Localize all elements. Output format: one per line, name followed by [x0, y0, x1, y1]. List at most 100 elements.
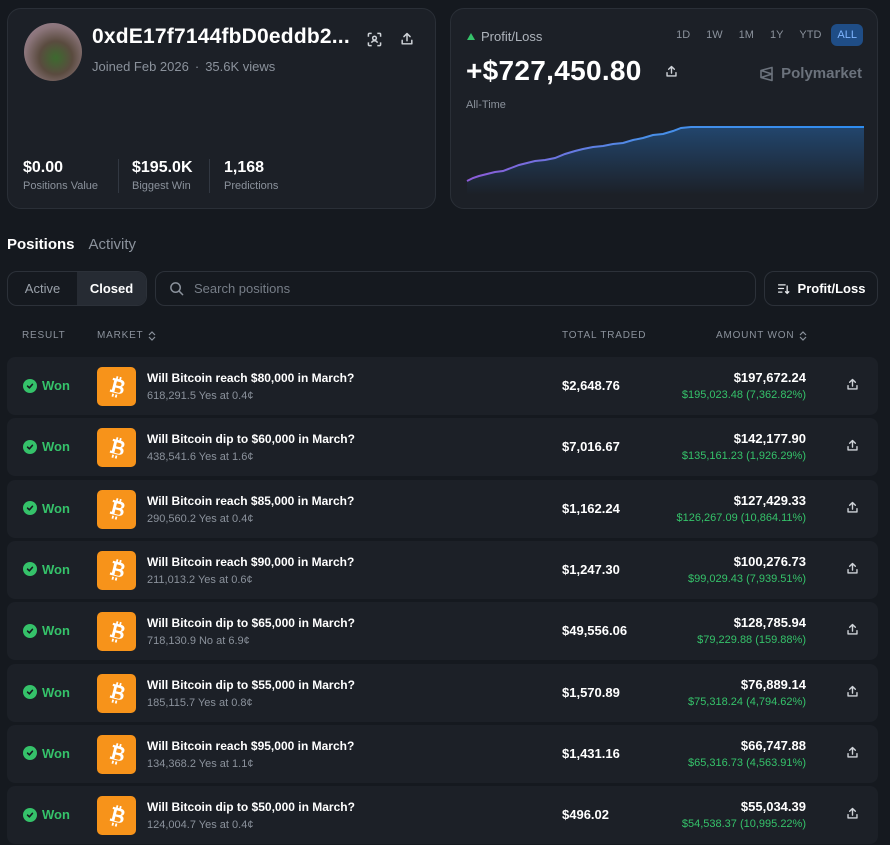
column-header-label: TOTAL TRADED: [562, 330, 647, 341]
share-icon[interactable]: [846, 501, 859, 514]
share-icon[interactable]: [846, 746, 859, 759]
market-title[interactable]: Will Bitcoin reach $90,000 in March?: [147, 555, 354, 569]
filter-active-button[interactable]: Active: [8, 272, 77, 305]
market-position-detail: 185,115.7 Yes at 0.8¢: [147, 696, 253, 709]
market-title[interactable]: Will Bitcoin reach $85,000 in March?: [147, 494, 354, 508]
amount-won-value: $55,034.39: [740, 799, 806, 815]
username: 0xdE17f7144fbD0eddb2...: [92, 25, 350, 48]
check-circle-icon: [23, 685, 37, 699]
stat-predictions: 1,168 Predictions: [224, 159, 278, 192]
pnl-chart-area: [467, 127, 864, 195]
stat-value: $0.00: [23, 159, 64, 176]
result-badge: Won: [23, 746, 70, 761]
amount-won-value: $127,429.33: [733, 492, 806, 508]
pnl-label-text: Profit/Loss: [481, 29, 543, 44]
bitcoin-icon[interactable]: [97, 612, 136, 652]
period-ytd[interactable]: YTD: [793, 24, 827, 46]
bitcoin-icon[interactable]: [97, 428, 136, 468]
column-header-label: RESULT: [22, 330, 66, 341]
avatar[interactable]: [24, 23, 82, 81]
bitcoin-icon[interactable]: [97, 673, 136, 713]
table-row[interactable]: Won Will Bitcoin reach $90,000 in March?…: [7, 540, 878, 599]
amount-won-value: $197,672.24: [733, 370, 806, 385]
share-icon[interactable]: [665, 65, 678, 83]
period-1m[interactable]: 1M: [733, 24, 760, 46]
column-header-label: AMOUNT WON: [716, 330, 795, 341]
stat-positions-value: $0.00 Positions Value: [23, 159, 98, 192]
bitcoin-icon[interactable]: [97, 489, 136, 529]
bitcoin-icon[interactable]: [97, 367, 136, 406]
stat-label: Biggest Win: [132, 180, 191, 192]
share-icon[interactable]: [846, 378, 859, 391]
column-header-amount-won[interactable]: AMOUNT WON: [716, 330, 807, 341]
search-input[interactable]: [192, 280, 736, 297]
period-selector: 1D 1W 1M 1Y YTD ALL: [670, 24, 863, 46]
profit-gain-value: $79,229.88 (159.88%): [697, 634, 806, 647]
period-all[interactable]: ALL: [831, 24, 863, 46]
share-icon[interactable]: [846, 439, 859, 452]
check-circle-icon: [23, 623, 37, 638]
market-position-detail: 290,560.2 Yes at 0.4¢: [147, 512, 254, 525]
table-row[interactable]: Won Will Bitcoin dip to $55,000 in March…: [7, 663, 878, 722]
pnl-value: +$727,450.80: [466, 55, 642, 86]
divider: [209, 159, 210, 193]
result-badge: Won: [23, 378, 70, 393]
profile-card: 0xdE17f7144fbD0eddb2... Joined Feb 2026 ·…: [7, 8, 436, 209]
amount-won-value: $100,276.73: [733, 553, 806, 569]
period-1w[interactable]: 1W: [700, 24, 729, 46]
result-label: Won: [42, 561, 70, 577]
table-row[interactable]: Won Will Bitcoin reach $95,000 in March?…: [7, 724, 878, 783]
market-title[interactable]: Will Bitcoin dip to $60,000 in March?: [147, 432, 355, 446]
sort-profit-loss-button[interactable]: Profit/Loss: [764, 271, 878, 306]
market-title[interactable]: Will Bitcoin reach $95,000 in March?: [147, 739, 354, 753]
bitcoin-icon[interactable]: [97, 796, 136, 836]
filter-closed-button[interactable]: Closed: [77, 272, 146, 305]
profit-gain-value: $54,538.37 (10,995.22%): [681, 818, 806, 831]
section-tabs: Positions Activity: [7, 236, 136, 253]
market-position-detail: 124,004.7 Yes at 0.4¢: [147, 819, 254, 832]
polymarket-logo-icon: [760, 66, 773, 81]
table-row[interactable]: Won Will Bitcoin reach $80,000 in March?…: [7, 357, 878, 415]
tab-positions[interactable]: Positions: [7, 236, 75, 253]
meta-separator: ·: [194, 59, 200, 74]
total-traded-value: $496.02: [562, 807, 609, 823]
period-1y[interactable]: 1Y: [764, 24, 789, 46]
column-header-market[interactable]: MARKET: [97, 330, 156, 341]
market-title[interactable]: Will Bitcoin reach $80,000 in March?: [147, 371, 354, 385]
table-row[interactable]: Won Will Bitcoin reach $85,000 in March?…: [7, 479, 878, 538]
pnl-range-label: All-Time: [466, 99, 506, 111]
profit-gain-value: $75,318.24 (4,794.62%): [687, 695, 806, 708]
period-1d[interactable]: 1D: [670, 24, 696, 46]
share-icon[interactable]: [846, 807, 859, 820]
bitcoin-icon[interactable]: [97, 734, 136, 774]
scan-icon[interactable]: [364, 29, 384, 49]
pnl-label: Profit/Loss: [467, 29, 542, 44]
check-circle-icon: [23, 562, 37, 577]
market-title[interactable]: Will Bitcoin dip to $65,000 in March?: [147, 616, 355, 630]
share-icon[interactable]: [397, 29, 417, 49]
result-badge: Won: [23, 807, 70, 822]
share-icon[interactable]: [846, 562, 859, 575]
stat-value: $195.0K: [132, 159, 193, 176]
sort-arrows-icon: [799, 330, 807, 341]
market-position-detail: 134,368.2 Yes at 1.1¢: [147, 757, 254, 770]
column-header-label: MARKET: [97, 330, 144, 341]
result-label: Won: [42, 745, 70, 761]
table-row[interactable]: Won Will Bitcoin dip to $60,000 in March…: [7, 418, 878, 477]
market-title[interactable]: Will Bitcoin dip to $55,000 in March?: [147, 678, 355, 692]
polymarket-brand: Polymarket: [759, 65, 862, 82]
tab-activity[interactable]: Activity: [89, 236, 137, 253]
table-row[interactable]: Won Will Bitcoin dip to $50,000 in March…: [7, 786, 878, 845]
share-icon[interactable]: [846, 623, 859, 636]
share-icon[interactable]: [846, 685, 859, 698]
table-row[interactable]: Won Will Bitcoin dip to $65,000 in March…: [7, 602, 878, 661]
stat-label: Positions Value: [23, 180, 99, 192]
market-position-detail: 718,130.9 No at 6.9¢: [147, 635, 250, 648]
check-circle-icon: [23, 807, 37, 822]
market-title[interactable]: Will Bitcoin dip to $50,000 in March?: [147, 800, 355, 814]
amount-won-value: $76,889.14: [740, 676, 806, 692]
stat-label: Predictions: [224, 180, 279, 192]
check-circle-icon: [23, 378, 37, 393]
bitcoin-icon[interactable]: [97, 550, 136, 590]
column-header-total-traded: TOTAL TRADED: [562, 330, 646, 341]
